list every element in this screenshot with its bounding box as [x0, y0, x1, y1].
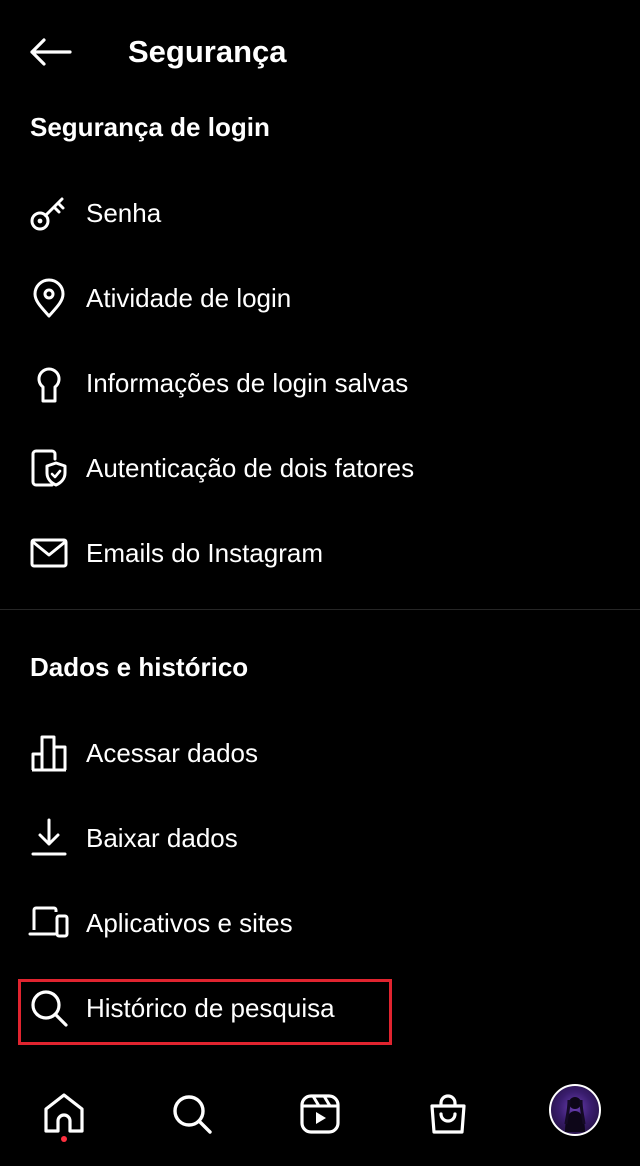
- back-arrow-icon: [30, 38, 72, 66]
- menu-item-label: Acessar dados: [86, 738, 258, 768]
- location-pin-icon: [28, 277, 70, 319]
- envelope-icon: [28, 532, 70, 574]
- search-icon: [173, 1095, 212, 1134]
- section-divider: [0, 609, 640, 610]
- nav-reels-button[interactable]: [292, 1086, 348, 1142]
- menu-item-label: Aplicativos e sites: [86, 908, 293, 938]
- bottom-navigation-bar: [0, 1068, 640, 1166]
- key-icon: [28, 192, 70, 234]
- menu-item-label: Informações de login salvas: [86, 368, 409, 398]
- nav-shop-button[interactable]: [420, 1086, 476, 1142]
- menu-item-login-activity[interactable]: Atividade de login: [0, 260, 640, 336]
- menu-item-instagram-emails[interactable]: Emails do Instagram: [0, 515, 640, 591]
- page-title: Segurança: [128, 34, 287, 69]
- nav-search-button[interactable]: [164, 1086, 220, 1142]
- device-shield-icon: [28, 447, 70, 489]
- menu-item-two-factor-auth[interactable]: Autenticação de dois fatores: [0, 430, 640, 506]
- menu-item-apps-and-websites[interactable]: Aplicativos e sites: [0, 885, 640, 961]
- menu-item-label: Baixar dados: [86, 823, 238, 853]
- section-title-data-history: Dados e histórico: [30, 652, 249, 682]
- shop-bag-icon: [430, 1094, 466, 1134]
- keyhole-icon: [28, 362, 70, 404]
- devices-icon: [28, 902, 70, 944]
- nav-home-button[interactable]: [36, 1086, 92, 1142]
- section-title-login-security: Segurança de login: [30, 112, 270, 142]
- header: Segurança: [0, 0, 640, 104]
- notification-dot: [61, 1136, 67, 1142]
- menu-item-saved-login-info[interactable]: Informações de login salvas: [0, 345, 640, 421]
- menu-item-password[interactable]: Senha: [0, 175, 640, 251]
- avatar-image: [564, 1097, 586, 1132]
- menu-item-access-data[interactable]: Acessar dados: [0, 715, 640, 791]
- highlight-box: [18, 979, 392, 1045]
- menu-item-download-data[interactable]: Baixar dados: [0, 800, 640, 876]
- profile-avatar[interactable]: [549, 1084, 601, 1136]
- bar-chart-icon: [28, 732, 70, 774]
- reels-icon: [300, 1094, 340, 1134]
- menu-item-label: Senha: [86, 198, 162, 228]
- menu-item-label: Atividade de login: [86, 283, 292, 313]
- back-button[interactable]: [24, 30, 76, 74]
- home-icon: [44, 1093, 84, 1133]
- menu-item-label: Emails do Instagram: [86, 538, 323, 568]
- menu-item-label: Autenticação de dois fatores: [86, 453, 415, 483]
- download-icon: [28, 817, 70, 859]
